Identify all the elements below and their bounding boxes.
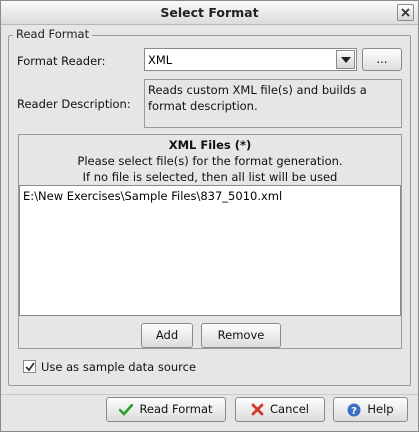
xml-files-instruction: Please select file(s) for the format gen…	[77, 154, 343, 168]
checkmark-icon	[25, 362, 35, 372]
help-label: Help	[367, 402, 394, 416]
cancel-label: Cancel	[270, 402, 309, 416]
dropdown-toggle[interactable]	[336, 50, 355, 69]
cancel-button[interactable]: Cancel	[235, 397, 325, 422]
close-button[interactable]	[397, 4, 414, 21]
help-button[interactable]: ? Help	[333, 397, 408, 422]
close-icon	[401, 8, 410, 17]
reader-description-text: Reads custom XML file(s) and builds a fo…	[144, 79, 402, 128]
svg-text:?: ?	[351, 406, 357, 417]
remove-button[interactable]: Remove	[201, 323, 281, 348]
read-format-button[interactable]: Read Format	[106, 397, 226, 422]
sample-source-checkbox[interactable]	[23, 360, 36, 373]
add-button[interactable]: Add	[141, 323, 193, 348]
sample-source-label: Use as sample data source	[41, 360, 197, 374]
format-reader-value: XML	[148, 53, 173, 67]
window-title: Select Format	[160, 5, 259, 20]
check-icon	[119, 403, 134, 416]
cancel-x-icon	[251, 403, 264, 416]
help-icon: ?	[347, 403, 361, 417]
reader-description-label: Reader Description:	[17, 97, 131, 111]
read-format-label: Read Format	[139, 402, 213, 416]
select-format-dialog: Select Format Read Format Format Reader:…	[0, 0, 419, 432]
divider	[1, 394, 418, 395]
title-bar[interactable]: Select Format	[1, 1, 418, 25]
file-list[interactable]: E:\New Exercises\Sample Files\837_5010.x…	[19, 185, 401, 316]
xml-files-note: If no file is selected, then all list wi…	[82, 170, 338, 184]
list-item[interactable]: E:\New Exercises\Sample Files\837_5010.x…	[23, 189, 282, 203]
chevron-down-icon	[341, 57, 351, 63]
format-reader-dropdown[interactable]: XML	[144, 48, 357, 71]
xml-files-title: XML Files (*)	[168, 138, 252, 152]
format-reader-label: Format Reader:	[17, 54, 106, 68]
group-legend: Read Format	[13, 27, 93, 41]
browse-reader-button[interactable]: ...	[362, 48, 402, 71]
